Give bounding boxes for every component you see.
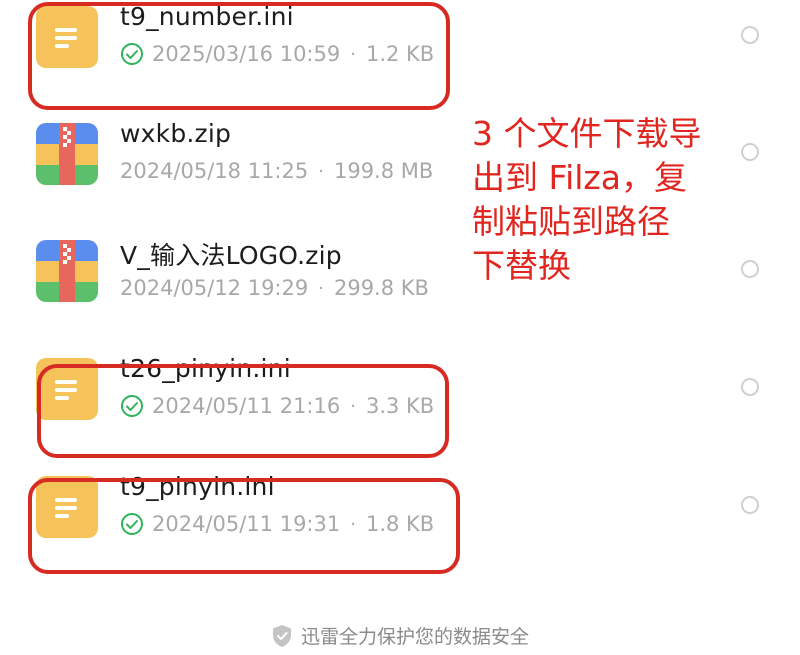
footer-text: 迅雷全力保护您的数据安全 — [300, 626, 529, 648]
highlight-box — [28, 2, 450, 110]
select-radio[interactable] — [741, 26, 759, 44]
annotation-note: 3 个文件下载导 出到 Filza，复 制粘贴到路径 下替换 — [472, 112, 762, 288]
file-date: 2024/05/12 19:29 — [120, 276, 309, 300]
select-radio[interactable] — [741, 378, 759, 396]
meta-separator: · — [318, 277, 324, 299]
annotation-line: 3 个文件下载导 — [472, 114, 702, 153]
file-date: 2024/05/18 11:25 — [120, 159, 309, 183]
file-name: V_输入法LOGO.zip — [120, 241, 342, 270]
highlight-box — [37, 364, 449, 458]
file-size: 299.8 KB — [333, 276, 429, 300]
highlight-box — [28, 478, 460, 574]
zip-archive-icon — [36, 123, 98, 185]
annotation-line: 出到 Filza，复 — [472, 158, 687, 197]
file-size: 199.8 MB — [333, 159, 434, 183]
file-name: wxkb.zip — [120, 119, 232, 148]
annotation-line: 下替换 — [472, 246, 571, 285]
shield-icon — [271, 624, 293, 648]
security-footer: 迅雷全力保护您的数据安全 — [0, 622, 800, 649]
file-meta: 2024/05/18 11:25 · 199.8 MB — [120, 159, 433, 183]
select-radio[interactable] — [741, 496, 759, 514]
file-list-page: t9_number.ini 2025/03/16 10:59 · 1.2 KB … — [0, 0, 800, 655]
annotation-line: 制粘贴到路径 — [472, 202, 670, 241]
zip-archive-icon — [36, 240, 98, 302]
meta-separator: · — [318, 160, 324, 182]
file-meta: 2024/05/12 19:29 · 299.8 KB — [120, 276, 429, 300]
